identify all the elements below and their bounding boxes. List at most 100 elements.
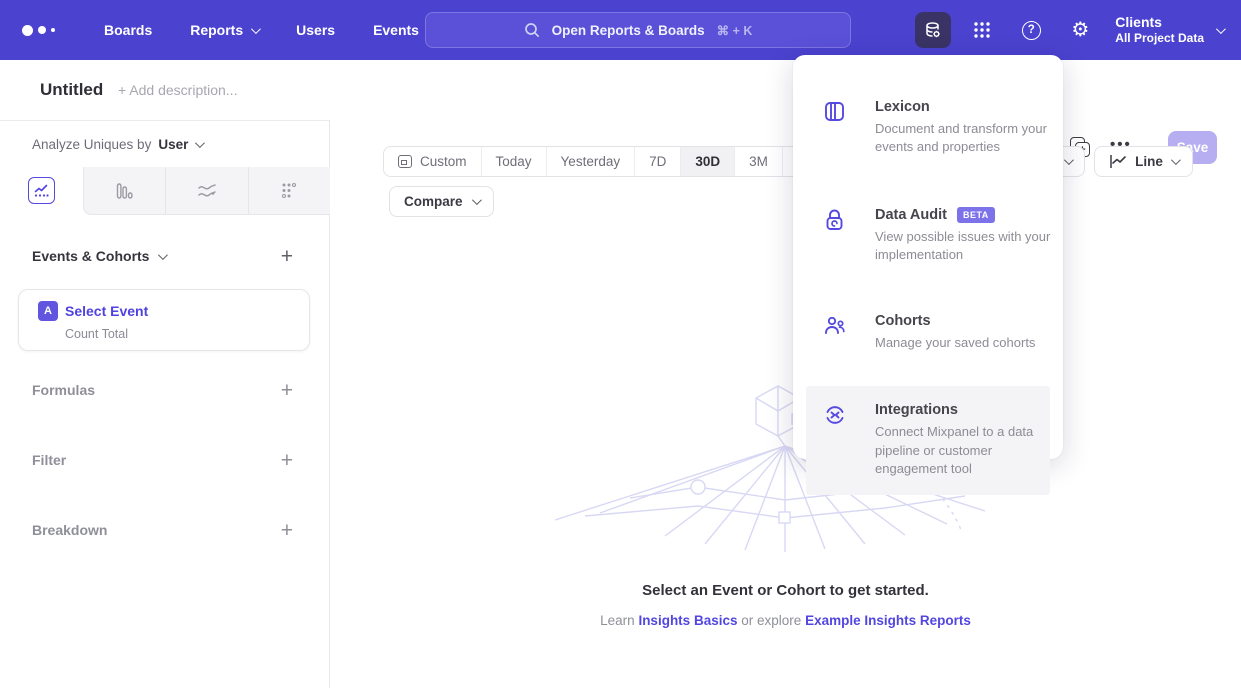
tab-stacked-chart[interactable] bbox=[165, 167, 248, 215]
date-range-label: Yesterday bbox=[561, 154, 621, 169]
top-navbar: Boards Reports Users Events Open Reports… bbox=[0, 0, 1241, 60]
integrations-icon bbox=[823, 402, 853, 478]
add-formula-button[interactable]: + bbox=[281, 380, 293, 401]
add-description-field[interactable]: + Add description... bbox=[118, 82, 237, 98]
global-search-input[interactable]: Open Reports & Boards ⌘ + K bbox=[425, 12, 851, 48]
nav-item-label: Reports bbox=[190, 22, 243, 38]
tab-line-chart[interactable] bbox=[0, 167, 83, 215]
example-insights-reports-link[interactable]: Example Insights Reports bbox=[805, 613, 971, 628]
menu-spacer bbox=[793, 165, 1063, 199]
date-range-3m[interactable]: 3M bbox=[734, 147, 782, 176]
menu-item-title: Data Audit bbox=[875, 207, 947, 223]
menu-item-text: Data Audit BETA View possible issues wit… bbox=[875, 207, 1057, 265]
line-chart-icon bbox=[33, 182, 50, 199]
nav-item-label: Events bbox=[373, 22, 419, 38]
chart-type-dropdown[interactable]: Line bbox=[1094, 146, 1193, 177]
chevron-down-icon bbox=[1216, 24, 1226, 34]
menu-item-lexicon[interactable]: Lexicon Document and transform your even… bbox=[793, 91, 1063, 165]
breakdown-row: Breakdown + bbox=[0, 516, 329, 544]
logo-dot bbox=[22, 25, 33, 36]
formulas-row: Formulas + bbox=[0, 376, 329, 404]
menu-item-text: Lexicon Document and transform your even… bbox=[875, 99, 1057, 157]
compare-dropdown[interactable]: Compare bbox=[389, 186, 494, 217]
menu-item-description: Manage your saved cohorts bbox=[875, 334, 1057, 352]
chevron-down-icon bbox=[1064, 155, 1074, 165]
search-shortcut: ⌘ + K bbox=[717, 23, 753, 38]
help-icon: ? bbox=[1022, 21, 1041, 40]
analyze-by-dropdown[interactable]: User bbox=[158, 137, 202, 152]
date-range-label: 3M bbox=[749, 154, 768, 169]
settings-button[interactable]: ⚙ bbox=[1062, 12, 1098, 48]
empty-state-title: Select an Event or Cohort to get started… bbox=[330, 582, 1241, 599]
cohorts-icon bbox=[823, 313, 853, 352]
filter-label: Filter bbox=[32, 452, 66, 468]
nav-item-label: Boards bbox=[104, 22, 152, 38]
events-cohorts-header: Events & Cohorts + bbox=[0, 242, 329, 270]
data-management-menu: Lexicon Document and transform your even… bbox=[793, 55, 1063, 459]
date-range-today[interactable]: Today bbox=[481, 147, 546, 176]
apps-grid-button[interactable] bbox=[964, 12, 1000, 48]
analyze-value: User bbox=[158, 137, 188, 152]
date-range-label: Custom bbox=[420, 154, 467, 169]
logo-dot bbox=[51, 28, 55, 32]
question-glyph: ? bbox=[1028, 24, 1035, 36]
empty-state-subtitle: Learn Insights Basics or explore Example… bbox=[330, 613, 1241, 628]
navbar-right: ? ⚙ Clients All Project Data bbox=[915, 0, 1223, 60]
event-series-badge: A bbox=[38, 301, 58, 321]
nav-item-events[interactable]: Events bbox=[373, 22, 419, 38]
date-range-7d[interactable]: 7D bbox=[634, 147, 680, 176]
date-range-yesterday[interactable]: Yesterday bbox=[546, 147, 635, 176]
menu-item-data-audit[interactable]: Data Audit BETA View possible issues wit… bbox=[793, 199, 1063, 273]
data-audit-icon bbox=[823, 207, 853, 265]
database-gear-icon bbox=[922, 19, 944, 41]
menu-item-title: Integrations bbox=[875, 402, 958, 418]
add-event-button[interactable]: + bbox=[281, 246, 293, 267]
search-placeholder: Open Reports & Boards bbox=[552, 23, 705, 38]
project-name: All Project Data bbox=[1115, 31, 1204, 46]
menu-item-title: Cohorts bbox=[875, 313, 931, 329]
events-cohorts-toggle[interactable]: Events & Cohorts bbox=[32, 248, 165, 264]
menu-item-text: Cohorts Manage your saved cohorts bbox=[875, 313, 1057, 352]
calendar-icon bbox=[398, 155, 412, 168]
mixpanel-logo[interactable] bbox=[22, 25, 68, 36]
menu-item-text: Integrations Connect Mixpanel to a data … bbox=[875, 402, 1057, 478]
query-builder-sidebar: Analyze Uniques by User bbox=[0, 120, 330, 688]
nav-item-users[interactable]: Users bbox=[296, 22, 335, 38]
stacked-chart-icon bbox=[197, 183, 217, 199]
add-breakdown-button[interactable]: + bbox=[281, 520, 293, 541]
event-aggregation[interactable]: Count Total bbox=[65, 327, 128, 341]
project-switcher[interactable]: Clients All Project Data bbox=[1115, 14, 1223, 47]
date-range-custom[interactable]: Custom bbox=[384, 147, 481, 176]
menu-item-title: Lexicon bbox=[875, 99, 930, 115]
menu-item-cohorts[interactable]: Cohorts Manage your saved cohorts bbox=[793, 305, 1063, 360]
org-name: Clients bbox=[1115, 14, 1204, 32]
menu-item-integrations[interactable]: Integrations Connect Mixpanel to a data … bbox=[806, 386, 1050, 494]
date-range-label: 30D bbox=[695, 154, 720, 169]
insights-basics-link[interactable]: Insights Basics bbox=[638, 613, 737, 628]
compare-label: Compare bbox=[404, 194, 463, 209]
menu-item-description: View possible issues with your implement… bbox=[875, 228, 1057, 265]
add-filter-button[interactable]: + bbox=[281, 450, 293, 471]
nav-item-reports[interactable]: Reports bbox=[190, 22, 258, 38]
formulas-label: Formulas bbox=[32, 382, 95, 398]
date-range-30d[interactable]: 30D bbox=[680, 147, 734, 176]
or-explore-text: or explore bbox=[741, 613, 801, 628]
menu-item-description: Document and transform your events and p… bbox=[875, 120, 1057, 157]
report-title[interactable]: Untitled bbox=[40, 80, 103, 100]
nav-item-boards[interactable]: Boards bbox=[104, 22, 152, 38]
tab-metric-chart[interactable] bbox=[248, 167, 331, 215]
gear-icon: ⚙ bbox=[1071, 20, 1089, 40]
help-button[interactable]: ? bbox=[1013, 12, 1049, 48]
event-card[interactable]: A Select Event Count Total bbox=[18, 289, 310, 351]
bar-chart-icon bbox=[115, 182, 133, 200]
date-range-label: Today bbox=[496, 154, 532, 169]
chevron-down-icon bbox=[158, 250, 168, 260]
date-range-control: Custom Today Yesterday 7D 30D 3M 6M bbox=[383, 146, 831, 177]
tab-bar-chart[interactable] bbox=[83, 167, 166, 215]
chevron-down-icon bbox=[1171, 155, 1181, 165]
select-event-button[interactable]: Select Event bbox=[65, 303, 148, 319]
data-management-button[interactable] bbox=[915, 12, 951, 48]
menu-spacer bbox=[793, 360, 1063, 386]
nav-links: Boards Reports Users Events bbox=[104, 22, 419, 38]
search-icon bbox=[524, 22, 540, 38]
